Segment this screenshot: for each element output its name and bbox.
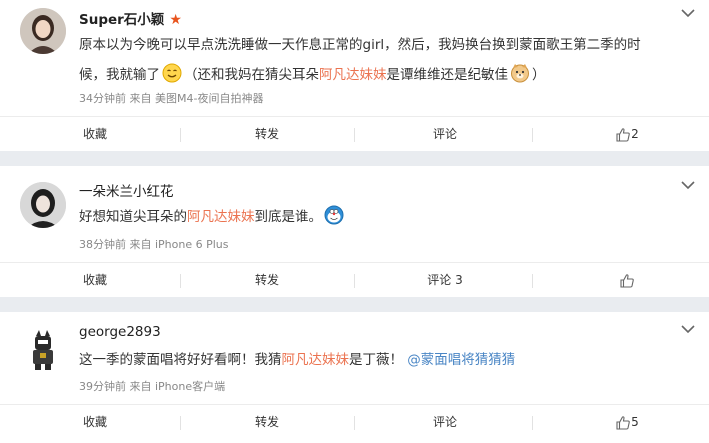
content-line: 原本以为今晚可以早点洗洗睡做一天作息正常的girl，然后，我妈换台换到蒙面歌王第… bbox=[79, 37, 641, 53]
repost-button[interactable]: 转发 bbox=[212, 117, 322, 151]
smile-emoji-icon bbox=[162, 63, 182, 83]
content-text: 候，我就输了 bbox=[79, 67, 160, 83]
post-separator bbox=[0, 151, 709, 166]
content-line: 候，我就输了 （还和我妈在猜尖耳朵阿凡达妹妹是谭维维还是纪敏佳 ） bbox=[79, 60, 684, 90]
comment-label: 评论 3 bbox=[427, 273, 463, 287]
username-text[interactable]: george2893 bbox=[79, 324, 161, 340]
chevron-down-icon[interactable] bbox=[681, 8, 695, 18]
doraemon-emoji-icon bbox=[324, 205, 344, 225]
comment-button[interactable]: 评论 bbox=[390, 117, 500, 151]
collect-label: 收藏 bbox=[82, 273, 107, 287]
divider bbox=[180, 416, 181, 430]
post-meta: 39分钟前 来自 iPhone客户端 bbox=[79, 380, 226, 393]
collect-label: 收藏 bbox=[82, 127, 107, 141]
username-text[interactable]: 一朵米兰小红花 bbox=[79, 184, 174, 200]
like-button[interactable]: 2 bbox=[572, 117, 682, 151]
divider bbox=[532, 416, 533, 430]
content-text: 这一季的蒙面唱将好好看啊！我猜 bbox=[79, 352, 282, 368]
post-separator bbox=[0, 297, 709, 312]
mention-link[interactable]: @蒙面唱将猜猜猜 bbox=[407, 352, 515, 368]
like-count: 2 bbox=[631, 127, 639, 141]
topic-highlight[interactable]: 阿凡达妹妹 bbox=[282, 352, 350, 368]
divider bbox=[354, 274, 355, 288]
thumbs-up-icon bbox=[615, 415, 631, 431]
post-content: 好想知道尖耳朵的阿凡达妹妹到底是谁。 bbox=[79, 202, 684, 232]
comment-button[interactable]: 评论 bbox=[390, 405, 500, 439]
action-bar: 收藏 转发 评论 3 bbox=[0, 263, 709, 297]
action-bar: 收藏 转发 评论 2 bbox=[0, 117, 709, 151]
repost-label: 转发 bbox=[254, 127, 279, 141]
post-content: 这一季的蒙面唱将好好看啊！我猜阿凡达妹妹是丁薇！ @蒙面唱将猜猜猜 bbox=[79, 345, 684, 375]
content-text: 是谭维维还是纪敏佳 bbox=[386, 67, 509, 83]
collect-button[interactable]: 收藏 bbox=[40, 117, 150, 151]
post-meta: 34分钟前 来自 美图M4-夜间自拍神器 bbox=[79, 92, 264, 105]
avatar[interactable] bbox=[20, 8, 66, 54]
like-button[interactable] bbox=[572, 263, 682, 297]
repost-button[interactable]: 转发 bbox=[212, 263, 322, 297]
chevron-down-icon[interactable] bbox=[681, 180, 695, 190]
divider bbox=[354, 128, 355, 142]
divider bbox=[532, 128, 533, 142]
comment-label: 评论 bbox=[432, 127, 457, 141]
comment-button[interactable]: 评论 3 bbox=[390, 263, 500, 297]
action-bar: 收藏 转发 评论 5 bbox=[0, 405, 709, 439]
like-button[interactable]: 5 bbox=[572, 405, 682, 439]
repost-label: 转发 bbox=[254, 273, 279, 287]
divider bbox=[180, 274, 181, 288]
content-text: 到底是谁。 bbox=[254, 209, 323, 225]
divider bbox=[180, 128, 181, 142]
weibo-post: Super石小颖 ★ 原本以为今晚可以早点洗洗睡做一天作息正常的girl，然后，我… bbox=[0, 0, 709, 150]
chevron-down-icon[interactable] bbox=[681, 324, 695, 334]
content-text: （还和我妈在猜尖耳朵 bbox=[184, 67, 319, 83]
collect-button[interactable]: 收藏 bbox=[40, 405, 150, 439]
avatar[interactable] bbox=[20, 326, 66, 372]
topic-highlight[interactable]: 阿凡达妹妹 bbox=[187, 209, 255, 225]
like-count: 5 bbox=[631, 415, 639, 429]
username-text[interactable]: Super石小颖 bbox=[79, 12, 164, 28]
divider bbox=[532, 274, 533, 288]
username[interactable]: Super石小颖 ★ bbox=[79, 8, 182, 28]
collect-button[interactable]: 收藏 bbox=[40, 263, 150, 297]
comment-label: 评论 bbox=[432, 415, 457, 429]
username[interactable]: 一朵米兰小红花 bbox=[79, 180, 174, 200]
post-meta: 38分钟前 来自 iPhone 6 Plus bbox=[79, 238, 229, 251]
username[interactable]: george2893 bbox=[79, 324, 161, 340]
repost-label: 转发 bbox=[254, 415, 279, 429]
doge-emoji-icon bbox=[510, 63, 530, 83]
thumbs-up-icon bbox=[615, 127, 631, 143]
content-text: 好想知道尖耳朵的 bbox=[79, 209, 187, 225]
post-content: 原本以为今晚可以早点洗洗睡做一天作息正常的girl，然后，我妈换台换到蒙面歌王第… bbox=[79, 30, 684, 90]
collect-label: 收藏 bbox=[82, 415, 107, 429]
thumbs-up-icon bbox=[619, 273, 635, 289]
divider bbox=[354, 416, 355, 430]
avatar[interactable] bbox=[20, 182, 66, 228]
content-text: 是丁薇！ bbox=[349, 352, 403, 368]
topic-highlight[interactable]: 阿凡达妹妹 bbox=[319, 67, 387, 83]
weibo-post: 一朵米兰小红花 好想知道尖耳朵的阿凡达妹妹到底是谁。 38分钟前 来自 iPho… bbox=[0, 166, 709, 296]
repost-button[interactable]: 转发 bbox=[212, 405, 322, 439]
star-icon: ★ bbox=[169, 12, 182, 28]
weibo-post: george2893 这一季的蒙面唱将好好看啊！我猜阿凡达妹妹是丁薇！ @蒙面唱… bbox=[0, 312, 709, 443]
content-text: ） bbox=[532, 67, 546, 83]
